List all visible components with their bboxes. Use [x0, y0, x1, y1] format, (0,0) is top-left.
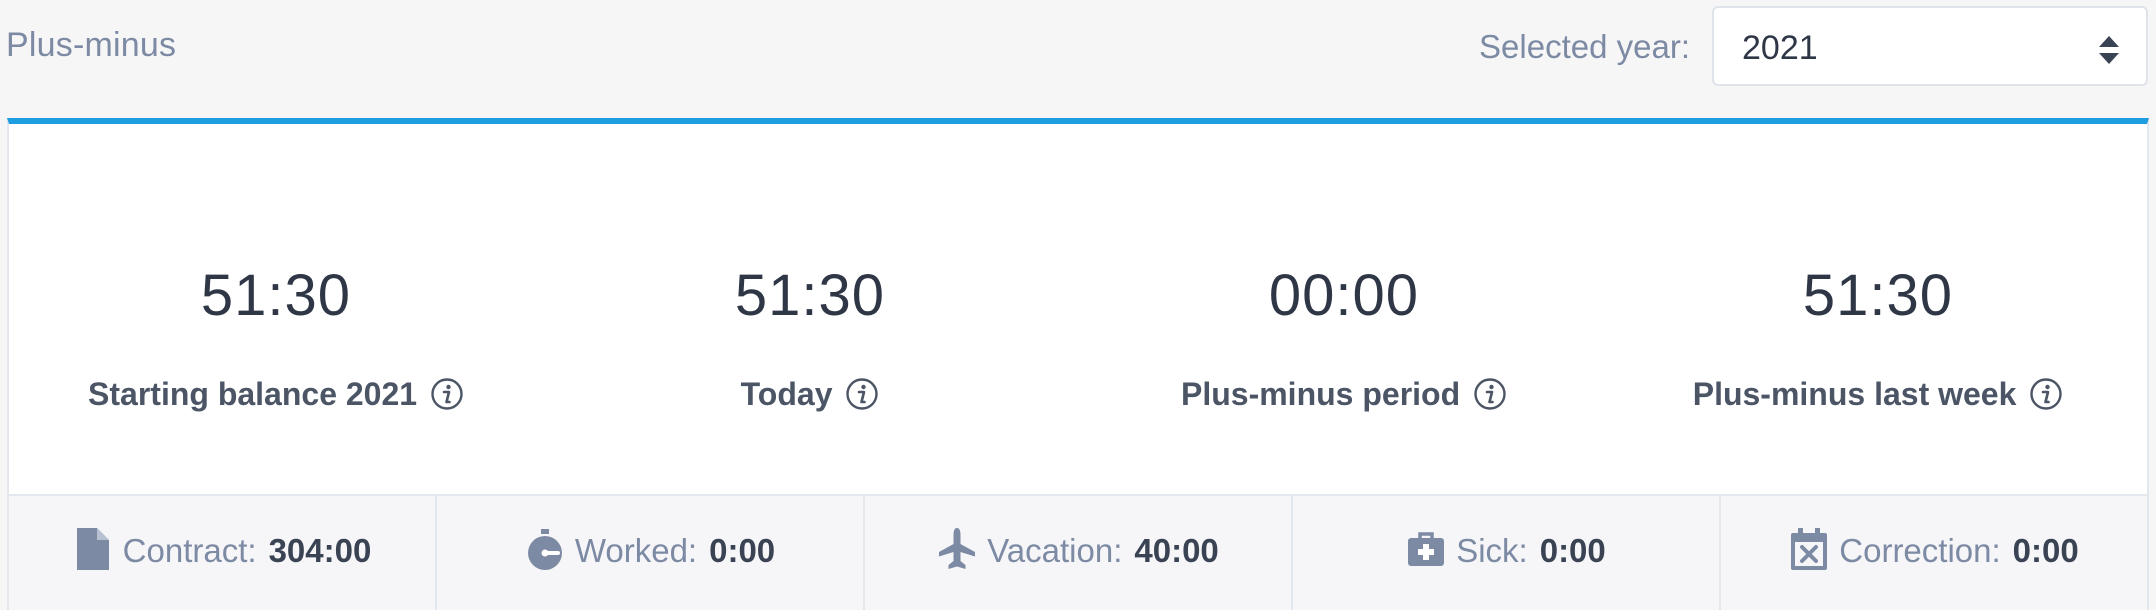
stat-value: 51:30 [734, 263, 886, 328]
stat-label-wrap: Today [543, 376, 1077, 413]
info-icon[interactable] [1473, 377, 1507, 411]
stat-label-wrap: Plus-minus last week [1611, 376, 2145, 413]
breakdown-label: Correction: [1839, 532, 2001, 569]
select-arrows-icon [2099, 36, 2119, 64]
stat-today: 51:30 Today [543, 124, 1077, 494]
breakdown-value: 0:00 [1539, 532, 1606, 569]
stat-label: Plus-minus last week [1692, 376, 2017, 412]
breakdown-value: 0:00 [709, 532, 776, 569]
stat-value: 51:30 [1802, 263, 1954, 328]
stat-label: Today [740, 376, 833, 412]
stat-label: Starting balance 2021 [88, 376, 418, 412]
hours-breakdown: Contract: 304:00 Worked: 0:00 Vacation: 40:… [9, 494, 2147, 610]
breakdown-value: 0:00 [2012, 532, 2079, 569]
breakdown-correction: Correction: 0:00 [1721, 496, 2147, 610]
info-icon[interactable] [845, 377, 879, 411]
stat-plus-minus-period: 00:00 Plus-minus period [1077, 124, 1611, 494]
stat-value: 00:00 [1268, 263, 1420, 328]
stats-row: 51:30 Starting balance 2021 51:30 Today [9, 124, 2147, 494]
year-select[interactable]: 2021 [1712, 6, 2148, 86]
stat-label-wrap: Starting balance 2021 [9, 376, 543, 413]
info-icon[interactable] [2029, 377, 2063, 411]
breakdown-vacation: Vacation: 40:00 [865, 496, 1293, 610]
page-header: Plus-minus Selected year: 2021 [0, 0, 2156, 118]
year-select-label: Selected year: [1479, 28, 1690, 65]
stopwatch-icon [527, 529, 562, 570]
breakdown-contract: Contract: 304:00 [9, 496, 437, 610]
stat-starting-balance: 51:30 Starting balance 2021 [9, 124, 543, 494]
breakdown-value: 304:00 [268, 532, 372, 569]
stat-label-wrap: Plus-minus period [1077, 376, 1611, 413]
document-icon [76, 528, 109, 570]
airplane-icon [939, 528, 976, 569]
breakdown-label: Sick: [1456, 532, 1528, 569]
stat-label: Plus-minus period [1180, 376, 1461, 412]
breakdown-worked: Worked: 0:00 [437, 496, 865, 610]
breakdown-sick: Sick: 0:00 [1293, 496, 1721, 610]
year-select-value: 2021 [1742, 29, 1818, 67]
breakdown-label: Contract: [122, 532, 257, 569]
page-title: Plus-minus [6, 26, 177, 64]
info-icon[interactable] [430, 377, 464, 411]
calendar-x-icon [1791, 528, 1828, 570]
stat-value: 51:30 [200, 263, 352, 328]
medical-kit-icon [1408, 532, 1445, 566]
breakdown-value: 40:00 [1134, 532, 1219, 569]
breakdown-label: Vacation: [987, 532, 1123, 569]
stat-plus-minus-last-week: 51:30 Plus-minus last week [1611, 124, 2145, 494]
plus-minus-card: 51:30 Starting balance 2021 51:30 Today [7, 118, 2149, 610]
breakdown-label: Worked: [574, 532, 698, 569]
